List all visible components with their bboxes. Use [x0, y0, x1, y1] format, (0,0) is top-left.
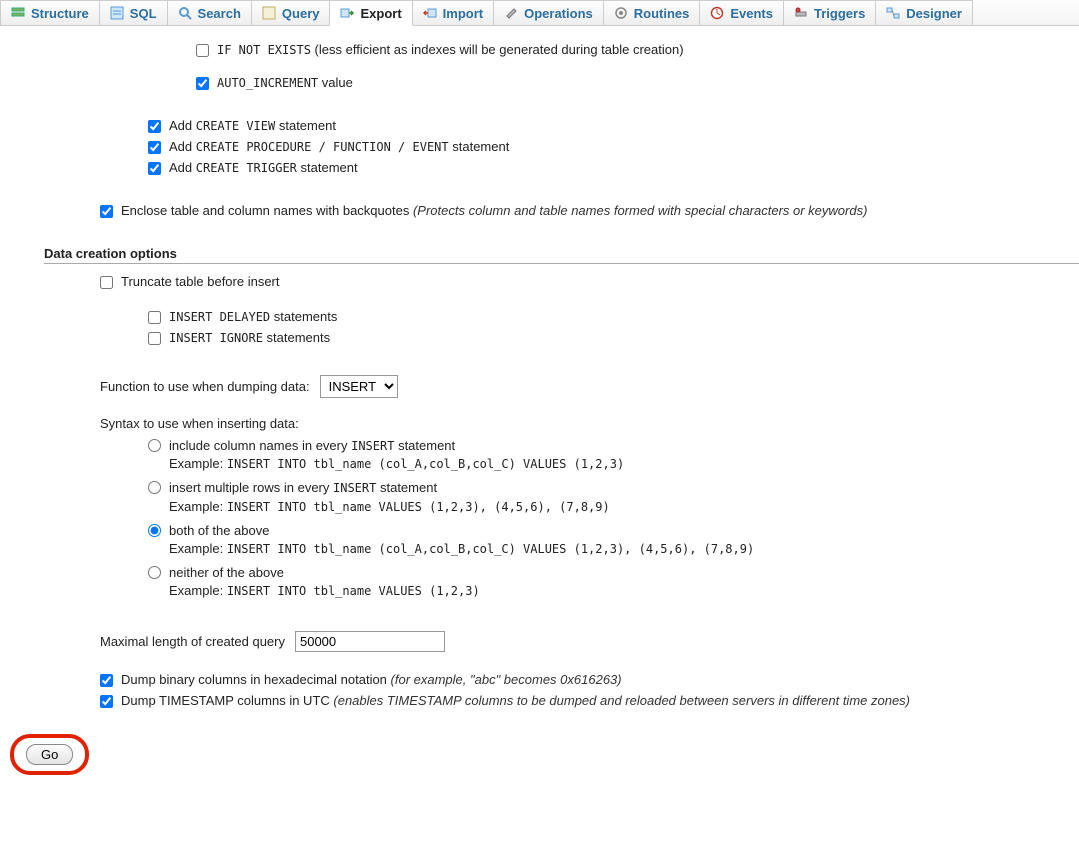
create-procedure-label: Add CREATE PROCEDURE / FUNCTION / EVENT … [169, 139, 509, 154]
insert-delayed-label: INSERT DELAYED statements [169, 309, 337, 324]
max-length-label: Maximal length of created query [100, 634, 285, 649]
syntax-both-label: both of the above Example: INSERT INTO t… [169, 522, 754, 558]
tab-sql[interactable]: SQL [99, 0, 168, 25]
structure-icon [11, 6, 25, 20]
hex-dump-label: Dump binary columns in hexadecimal notat… [121, 672, 622, 687]
syntax-label: Syntax to use when inserting data: [0, 416, 1079, 431]
tab-events-label: Events [730, 6, 773, 21]
syntax-neither-label: neither of the above Example: INSERT INT… [169, 564, 480, 600]
sql-icon [110, 6, 124, 20]
truncate-checkbox[interactable] [100, 276, 113, 289]
tab-routines-label: Routines [634, 6, 690, 21]
designer-icon [886, 6, 900, 20]
dump-function-label: Function to use when dumping data: [100, 379, 310, 394]
tab-structure-label: Structure [31, 6, 89, 21]
auto-increment-checkbox[interactable] [196, 77, 209, 90]
tab-designer[interactable]: Designer [875, 0, 973, 25]
create-view-label: Add CREATE VIEW statement [169, 118, 336, 133]
syntax-both-radio[interactable] [148, 524, 161, 537]
tab-search-label: Search [198, 6, 241, 21]
hex-dump-checkbox[interactable] [100, 674, 113, 687]
insert-ignore-label: INSERT IGNORE statements [169, 330, 330, 345]
tab-export-label: Export [360, 6, 401, 21]
max-length-input[interactable] [295, 631, 445, 652]
create-trigger-checkbox[interactable] [148, 162, 161, 175]
query-icon [262, 6, 276, 20]
syntax-include-columns-label: include column names in every INSERT sta… [169, 437, 624, 473]
tab-import-label: Import [443, 6, 483, 21]
search-icon [178, 6, 192, 20]
tab-bar: Structure SQL Search Query Export Import [0, 0, 1079, 26]
backquotes-label: Enclose table and column names with back… [121, 203, 867, 218]
tab-query[interactable]: Query [251, 0, 331, 25]
tab-designer-label: Designer [906, 6, 962, 21]
tab-triggers-label: Triggers [814, 6, 865, 21]
tab-structure[interactable]: Structure [0, 0, 100, 25]
syntax-include-columns-radio[interactable] [148, 439, 161, 452]
go-button-highlight: Go [10, 734, 89, 775]
go-button[interactable]: Go [26, 744, 73, 765]
events-icon [710, 6, 724, 20]
create-trigger-label: Add CREATE TRIGGER statement [169, 160, 358, 175]
tab-search[interactable]: Search [167, 0, 252, 25]
tab-import[interactable]: Import [412, 0, 494, 25]
tab-routines[interactable]: Routines [603, 0, 701, 25]
routines-icon [614, 6, 628, 20]
utc-dump-checkbox[interactable] [100, 695, 113, 708]
syntax-neither-radio[interactable] [148, 566, 161, 579]
triggers-icon [794, 6, 808, 20]
insert-delayed-checkbox[interactable] [148, 311, 161, 324]
utc-dump-label: Dump TIMESTAMP columns in UTC (enables T… [121, 693, 910, 708]
tab-export[interactable]: Export [329, 0, 412, 26]
create-procedure-checkbox[interactable] [148, 141, 161, 154]
tab-operations-label: Operations [524, 6, 593, 21]
auto-increment-label: AUTO_INCREMENT value [217, 75, 353, 90]
tab-operations[interactable]: Operations [493, 0, 604, 25]
truncate-label: Truncate table before insert [121, 274, 280, 289]
insert-ignore-checkbox[interactable] [148, 332, 161, 345]
backquotes-checkbox[interactable] [100, 205, 113, 218]
create-view-checkbox[interactable] [148, 120, 161, 133]
syntax-multiple-rows-label: insert multiple rows in every INSERT sta… [169, 479, 610, 515]
dump-function-select[interactable]: INSERT [320, 375, 398, 398]
tab-sql-label: SQL [130, 6, 157, 21]
tab-query-label: Query [282, 6, 320, 21]
export-icon [340, 6, 354, 20]
operations-icon [504, 6, 518, 20]
import-icon [423, 6, 437, 20]
tab-events[interactable]: Events [699, 0, 784, 25]
syntax-multiple-rows-radio[interactable] [148, 481, 161, 494]
if-not-exists-checkbox[interactable] [196, 44, 209, 57]
tab-triggers[interactable]: Triggers [783, 0, 876, 25]
data-creation-options-title: Data creation options [44, 246, 1079, 264]
if-not-exists-label: IF NOT EXISTS (less efficient as indexes… [217, 42, 684, 57]
